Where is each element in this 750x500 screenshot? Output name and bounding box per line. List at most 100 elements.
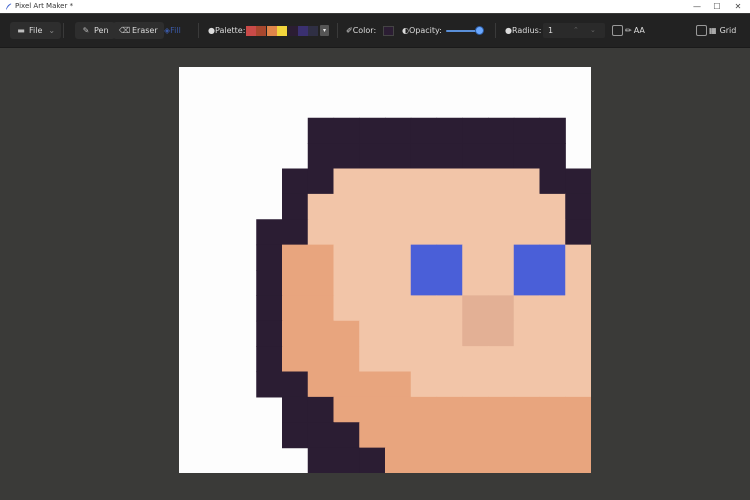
spin-down-icon[interactable]: ⌄: [590, 23, 596, 38]
pixel: [462, 219, 489, 246]
pixel: [359, 295, 386, 322]
pixel: [539, 295, 566, 322]
toolbar: ▬ File ⌄ ✎ Pen ⌫ Eraser ◈Fill ●Palette: ▾ ✐C…: [0, 14, 750, 48]
pixel: [256, 346, 283, 373]
grid-checkbox[interactable]: [696, 25, 707, 36]
radius-spinbox[interactable]: 1 ⌃ ⌄: [543, 23, 605, 38]
pixel: [333, 295, 360, 322]
pixel: [539, 371, 566, 398]
opacity-label: Opacity:: [408, 26, 442, 35]
pixel: [436, 143, 463, 170]
palette-dropdown-icon[interactable]: ▾: [320, 25, 329, 36]
pixel: [436, 168, 463, 195]
pixel: [436, 219, 463, 246]
pixel: [410, 295, 438, 322]
pixel: [565, 219, 591, 246]
pixel: [359, 244, 386, 271]
color-label: Color:: [352, 26, 377, 35]
palette-swatch[interactable]: [287, 26, 298, 36]
pixel: [359, 219, 386, 246]
pixel: [410, 422, 438, 449]
palette-swatch[interactable]: [256, 26, 267, 36]
pixel: [565, 168, 591, 195]
pixel: [513, 270, 541, 296]
eraser-tool-button[interactable]: ⌫ Eraser: [113, 22, 164, 39]
pixel: [513, 346, 541, 373]
pixel: [488, 346, 515, 373]
palette-swatch[interactable]: [308, 26, 319, 36]
pixel: [539, 117, 566, 144]
pixel: [436, 396, 463, 423]
file-menu-label: File: [29, 26, 43, 35]
palette-swatch[interactable]: [266, 26, 277, 36]
maximize-button[interactable]: ☐: [706, 0, 728, 13]
pixel: [462, 320, 489, 347]
pixel: [410, 219, 438, 246]
pixel: [513, 371, 541, 398]
pixel: [436, 346, 463, 373]
grid-label: Grid: [719, 26, 737, 35]
pixel: [488, 295, 515, 322]
palette-swatch[interactable]: [277, 26, 288, 36]
pixel: [513, 117, 541, 144]
pixel: [539, 168, 566, 195]
toolbar-divider: [63, 23, 64, 38]
palette-swatch[interactable]: [246, 26, 256, 36]
close-button[interactable]: ✕: [727, 0, 749, 13]
pixel: [307, 219, 335, 246]
pixel: [333, 371, 360, 398]
pixel: [488, 117, 515, 144]
pixel: [513, 168, 541, 195]
pixel: [385, 270, 412, 296]
pixel: [333, 193, 360, 220]
pixel: [359, 371, 386, 398]
pen-tool-button[interactable]: ✎ Pen: [75, 22, 115, 39]
pixel: [539, 320, 566, 347]
pixel-art-drawing[interactable]: [179, 67, 591, 473]
opacity-slider-handle[interactable]: [475, 26, 484, 35]
pixel: [565, 270, 591, 296]
pixel: [436, 270, 463, 296]
pixel: [462, 447, 489, 473]
pixel: [333, 447, 360, 473]
pixel: [539, 346, 566, 373]
pixel: [256, 244, 283, 271]
color-label-group: ✐Color:: [346, 22, 376, 39]
pixel: [333, 244, 360, 271]
pixel: [307, 117, 335, 144]
pixel: [307, 346, 335, 373]
pixel: [410, 193, 438, 220]
palette-swatch[interactable]: [298, 26, 308, 36]
pixel: [488, 270, 515, 296]
pixel: [488, 168, 515, 195]
pixel: [359, 168, 386, 195]
current-color-swatch[interactable]: [383, 26, 394, 36]
pixel: [307, 244, 335, 271]
aa-label: AA: [633, 26, 645, 35]
pixel: [410, 371, 438, 398]
pixel: [488, 244, 515, 271]
spin-up-icon[interactable]: ⌃: [573, 23, 579, 38]
pixel: [539, 143, 566, 170]
pixel: [539, 422, 566, 449]
pixel: [462, 371, 489, 398]
pixel: [359, 320, 386, 347]
pixel: [307, 270, 335, 296]
pixel: [565, 320, 591, 347]
pixel: [359, 346, 386, 373]
pixel: [436, 295, 463, 322]
pixel: [436, 117, 463, 144]
pixel: [410, 396, 438, 423]
pixel-canvas[interactable]: [179, 67, 591, 473]
pixel: [513, 193, 541, 220]
file-menu-button[interactable]: ▬ File ⌄: [10, 22, 62, 39]
pixel: [539, 244, 566, 271]
pixel: [385, 320, 412, 347]
pixel: [359, 117, 386, 144]
fill-tool-button[interactable]: ◈Fill: [161, 22, 184, 39]
pixel: [307, 371, 335, 398]
minimize-button[interactable]: —: [686, 0, 708, 13]
pixel: [513, 447, 541, 473]
pixel: [436, 320, 463, 347]
aa-checkbox[interactable]: [612, 25, 623, 36]
